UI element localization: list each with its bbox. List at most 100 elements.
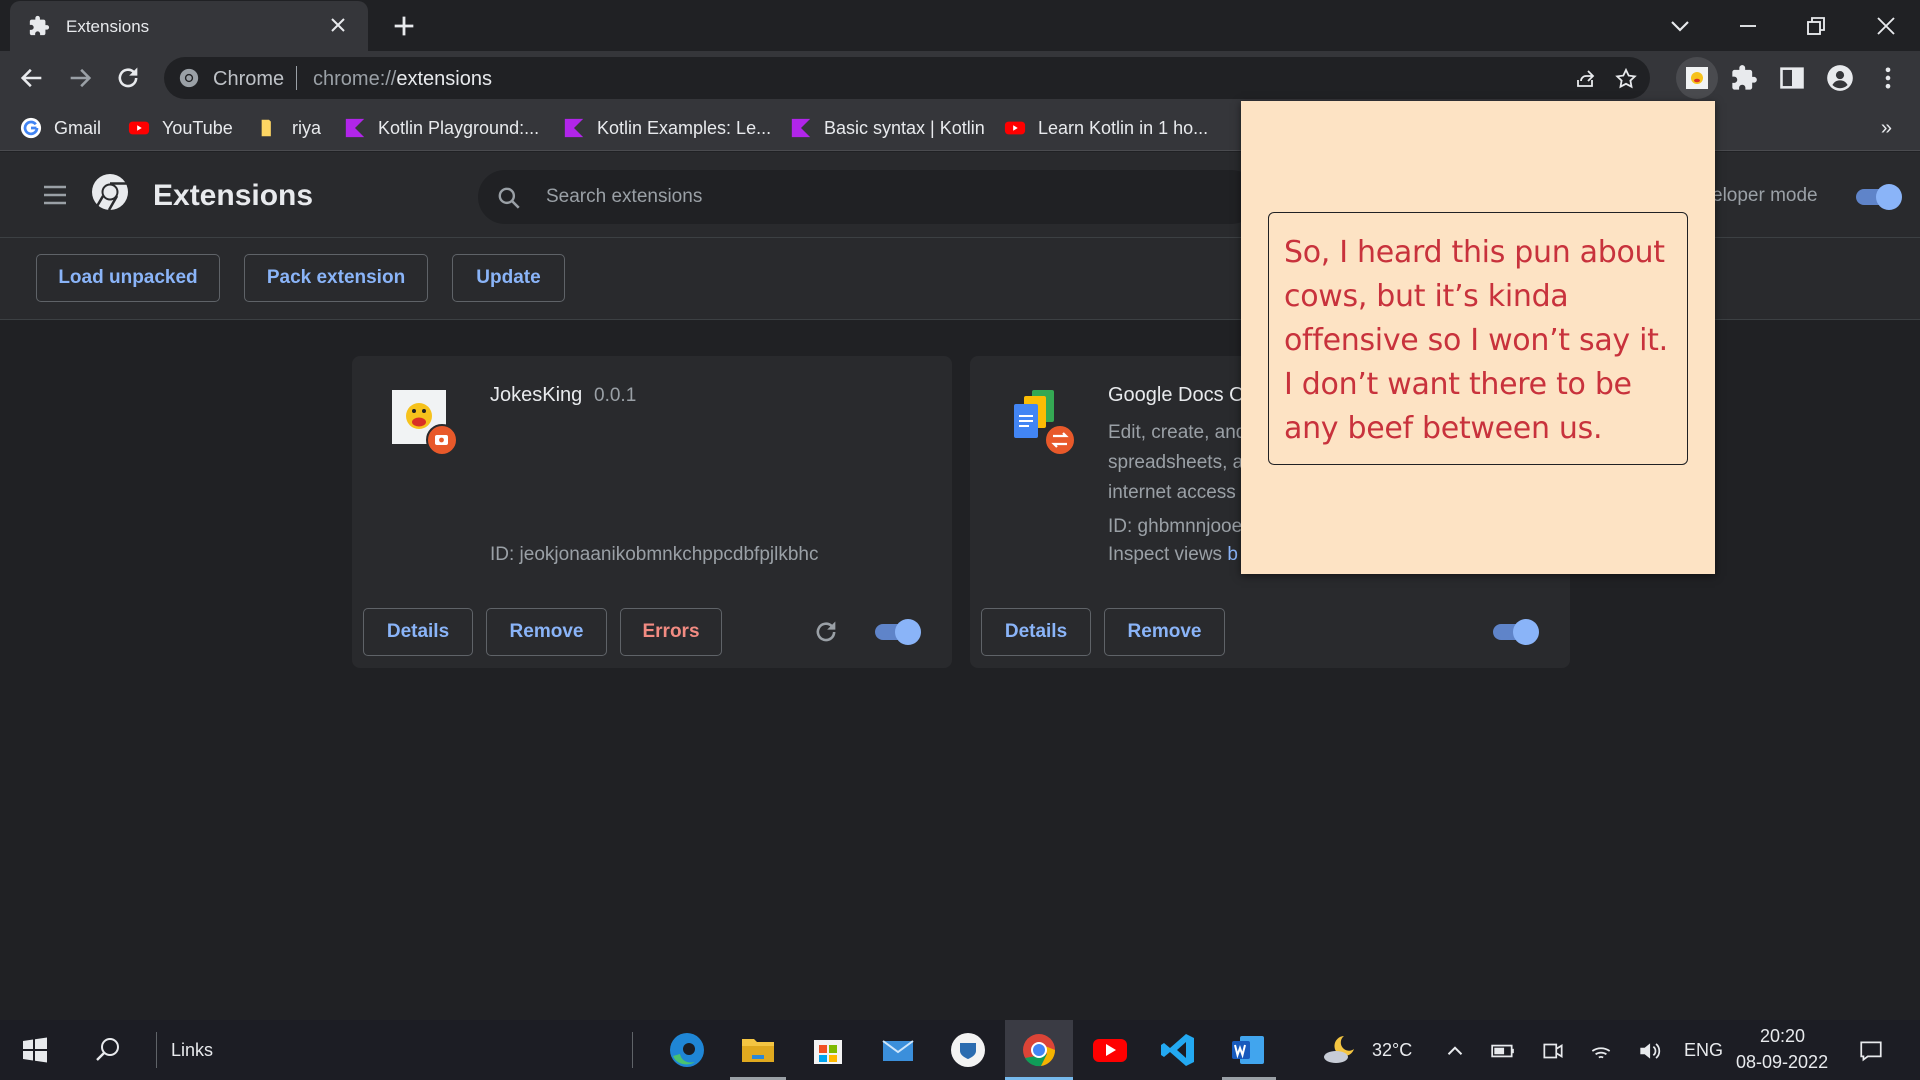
tab-close-icon[interactable] [326,13,350,37]
toggle-knob [1876,184,1902,210]
hamburger-menu-icon[interactable] [40,182,70,208]
bookmark-basic-syntax[interactable]: Basic syntax | Kotlin [790,115,985,141]
errors-button[interactable]: Errors [620,608,722,656]
side-panel-icon[interactable] [1778,64,1806,92]
notifications-icon[interactable] [1858,1038,1884,1064]
bitwarden-app-icon[interactable] [948,1030,988,1070]
bookmark-youtube[interactable]: YouTube [128,115,233,141]
enable-toggle[interactable] [875,618,921,646]
window-close-icon[interactable] [1870,10,1902,42]
weather-temperature[interactable]: 32°C [1372,1040,1412,1061]
remove-button[interactable]: Remove [486,608,607,656]
extension-name: JokesKing [490,384,583,406]
kotlin-icon [345,118,365,138]
search-icon [498,187,520,209]
extensions-puzzle-icon[interactable] [1730,64,1758,92]
youtube-icon [128,121,150,135]
bookmark-gmail[interactable]: Gmail [20,115,101,141]
jokesking-logo-icon [392,390,458,456]
bookmark-kotlin-playground[interactable]: Kotlin Playground:... [344,115,539,141]
kotlin-icon [564,118,584,138]
forward-icon[interactable] [66,64,94,92]
taskbar-separator [156,1032,157,1068]
joke-box: So, I heard this pun about cows, but it’… [1268,212,1688,465]
youtube-icon [1004,121,1026,135]
site-chip: Chrome [213,68,285,90]
inspect-views-link[interactable]: b [1227,544,1238,565]
menu-kebab-icon[interactable] [1874,64,1902,92]
folder-icon [261,119,271,137]
google-icon [20,117,42,139]
reload-icon[interactable] [114,64,142,92]
joke-text: So, I heard this pun about cows, but it’… [1284,235,1668,446]
back-icon[interactable] [18,64,46,92]
url-text: chrome://extensions [313,68,492,90]
clock-time[interactable]: 20:20 [1760,1026,1805,1047]
chrome-logo-icon [92,174,128,212]
extension-id: ID: jeokjonaanikobmnkchppcdbfpjlkbhc [490,544,819,565]
bookmark-kotlin-examples[interactable]: Kotlin Examples: Le... [563,115,771,141]
search-icon[interactable] [88,1030,128,1070]
weather-partly-cloudy-icon[interactable] [1320,1030,1360,1070]
tab-title: Extensions [66,17,150,36]
reload-extension-icon[interactable] [812,618,840,646]
chrome-taskbar-icon[interactable] [1019,1030,1059,1070]
puzzle-icon [29,15,50,36]
enable-toggle[interactable] [1493,618,1539,646]
omnibox-separator [296,66,297,90]
taskbar-separator [632,1032,633,1068]
bookmark-learn-kotlin[interactable]: Learn Kotlin in 1 ho... [1004,115,1208,141]
mail-icon[interactable] [878,1030,918,1070]
bookmark-riya[interactable]: riya [258,115,321,141]
edge-icon[interactable] [667,1030,707,1070]
details-button[interactable]: Details [363,608,473,656]
tab-strip: Extensions [0,0,1920,51]
meet-now-icon[interactable] [1540,1038,1566,1064]
toggle-knob [895,619,921,645]
volume-icon[interactable] [1636,1038,1662,1064]
search-extensions-box[interactable] [478,170,1258,224]
google-docs-offline-logo-icon [1014,390,1076,456]
extension-version: 0.0.1 [594,385,637,406]
toolbar: Chrome chrome://extensions [0,51,1920,105]
extension-name: Google Docs Of [1108,384,1251,406]
windows-start-icon[interactable] [15,1030,55,1070]
microsoft-store-icon[interactable] [808,1030,848,1070]
inspect-views: Inspect views b [1108,544,1238,565]
tab-extensions[interactable]: Extensions [10,1,368,51]
clock-date[interactable]: 08-09-2022 [1736,1052,1828,1073]
restore-icon[interactable] [1800,10,1832,42]
wifi-icon[interactable] [1588,1038,1614,1064]
tab-search-icon[interactable] [1664,10,1696,42]
bookmarks-overflow-button[interactable]: » [1881,117,1892,140]
search-input[interactable] [546,182,1226,212]
links-toolbar[interactable]: Links [171,1040,213,1061]
remove-button[interactable]: Remove [1104,608,1225,656]
jokesking-action-button[interactable] [1676,57,1718,99]
details-button[interactable]: Details [981,608,1091,656]
chrome-icon [179,68,199,88]
minimize-icon[interactable] [1732,10,1764,42]
developer-mode-toggle[interactable] [1856,183,1902,211]
address-bar[interactable]: Chrome chrome://extensions [164,57,1650,99]
word-icon[interactable] [1228,1030,1268,1070]
windows-taskbar: Links 32°C ENG 20:20 08-09-2022 [0,1020,1920,1080]
toggle-knob [1513,619,1539,645]
new-tab-icon[interactable] [390,12,418,40]
vscode-icon[interactable] [1158,1030,1198,1070]
page-title: Extensions [153,179,314,212]
file-explorer-icon[interactable] [738,1030,778,1070]
jokesking-icon [1686,67,1708,89]
jokesking-popup: So, I heard this pun about cows, but it’… [1241,101,1715,574]
share-icon[interactable] [1574,67,1598,91]
youtube-app-icon[interactable] [1090,1030,1130,1070]
input-language[interactable]: ENG [1684,1040,1723,1061]
pack-extension-button[interactable]: Pack extension [244,254,428,302]
chevron-up-icon[interactable] [1442,1038,1468,1064]
profile-avatar-icon[interactable] [1826,64,1854,92]
battery-icon[interactable] [1490,1038,1516,1064]
extension-id: ID: ghbmnnjooe [1108,516,1243,537]
load-unpacked-button[interactable]: Load unpacked [36,254,220,302]
update-button[interactable]: Update [452,254,565,302]
bookmark-star-icon[interactable] [1614,67,1638,91]
